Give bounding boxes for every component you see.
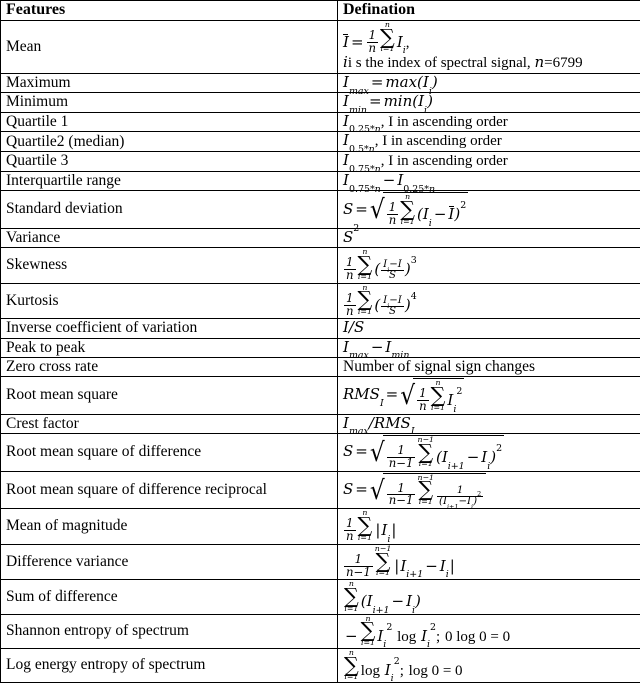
- table-row: Maximum Imax=max(Ii): [1, 74, 640, 93]
- mean-n-value: =6799: [544, 55, 582, 71]
- feature-definition: I0.75*n, I in ascending order: [338, 152, 640, 172]
- feature-definition: −n∑i=1Ii2 log Ii2; 0 log 0 = 0: [338, 614, 640, 648]
- feature-name: Interquartile range: [1, 171, 338, 190]
- feature-name: Quartile 3: [1, 152, 338, 172]
- quartile-1-tail: , I in ascending order: [381, 114, 508, 130]
- feature-definition: 1nn∑i=1|Ii|: [338, 509, 640, 545]
- feature-definition: Imax=max(Ii): [338, 74, 640, 93]
- table-row: Crest factor Imax/RMSI: [1, 414, 640, 433]
- table-row: Root mean square of difference reciproca…: [1, 471, 640, 509]
- feature-name: Crest factor: [1, 414, 338, 433]
- feature-definition: 1nn∑i=1(Ii−IS)4: [338, 283, 640, 319]
- feature-name: Mean: [1, 20, 338, 73]
- feature-definition: S2: [338, 228, 640, 247]
- table-row: Log energy entropy of spectrum n∑i=1log …: [1, 648, 640, 682]
- feature-name: Shannon entropy of spectrum: [1, 614, 338, 648]
- feature-name: Peak to peak: [1, 338, 338, 357]
- feature-definition: I=1nn∑i=1Ii, ii s the index of spectral …: [338, 20, 640, 73]
- formula-rms-of-difference: S=√1n−1n−1∑i=1(Ii+1−Ii)2: [343, 442, 504, 460]
- formula-skewness: 1nn∑i=1(Ii−IS)3: [343, 260, 417, 278]
- table-header: Features Defination: [1, 1, 640, 21]
- formula-crest-factor: Imax/RMSI: [343, 414, 415, 432]
- feature-definition: Number of signal sign changes: [338, 357, 640, 376]
- feature-name: Inverse coefficient of variation: [1, 319, 338, 338]
- feature-definition: n∑i=1(Ii+1−Ii): [338, 580, 640, 614]
- formula-difference-variance: 1n−1n−1∑i=1|Ii+1−Ii|: [343, 557, 456, 575]
- table-row: Peak to peak Imax−Imin: [1, 338, 640, 357]
- column-header-features: Features: [1, 1, 338, 21]
- feature-name: Log energy entropy of spectrum: [1, 648, 338, 682]
- feature-name: Root mean square: [1, 377, 338, 415]
- feature-definition: Imax−Imin: [338, 338, 640, 357]
- feature-definition: S=√1n−1n−1∑i=11(Ii+1−Ii)2: [338, 471, 640, 509]
- feature-name: Mean of magnitude: [1, 509, 338, 545]
- table-row: Mean of magnitude 1nn∑i=1|Ii|: [1, 509, 640, 545]
- features-definitions-table-container: Features Defination Mean I=1nn∑i=1Ii, ii…: [0, 0, 640, 596]
- feature-name: Root mean square of difference reciproca…: [1, 471, 338, 509]
- feature-name: Sum of difference: [1, 580, 338, 614]
- feature-name: Zero cross rate: [1, 357, 338, 376]
- formula-peak-to-peak: Imax−Imin: [343, 338, 409, 356]
- formula-mean: I=1nn∑i=1Ii,: [343, 22, 636, 55]
- table-row: Mean I=1nn∑i=1Ii, ii s the index of spec…: [1, 20, 640, 73]
- feature-definition: n∑i=1log Ii2; log 0 = 0: [338, 648, 640, 682]
- feature-definition: I0.25*n, I in ascending order: [338, 112, 640, 132]
- feature-name: Standard deviation: [1, 191, 338, 229]
- features-definitions-table: Features Defination Mean I=1nn∑i=1Ii, ii…: [0, 0, 640, 683]
- table-row: Root mean square of difference S=√1n−1n−…: [1, 433, 640, 471]
- feature-name: Skewness: [1, 248, 338, 284]
- formula-inverse-coefficient-of-variation: I/S: [343, 318, 364, 336]
- feature-name: Quartile 1: [1, 112, 338, 132]
- formula-mean-of-magnitude: 1nn∑i=1|Ii|: [343, 521, 397, 539]
- table-row: Root mean square RMSI=√1nn∑i=1Ii2: [1, 377, 640, 415]
- table-row: Kurtosis 1nn∑i=1(Ii−IS)4: [1, 283, 640, 319]
- table-row: Variance S2: [1, 228, 640, 247]
- feature-definition: RMSI=√1nn∑i=1Ii2: [338, 377, 640, 415]
- feature-definition: Imax/RMSI: [338, 414, 640, 433]
- table-row: Zero cross rate Number of signal sign ch…: [1, 357, 640, 376]
- table-row: Inverse coefficient of variation I/S: [1, 319, 640, 338]
- feature-name: Maximum: [1, 74, 338, 93]
- feature-definition: 1nn∑i=1(Ii−IS)3: [338, 248, 640, 284]
- formula-kurtosis: 1nn∑i=1(Ii−IS)4: [343, 296, 417, 314]
- formula-maximum: Imax=max(Ii): [343, 73, 438, 91]
- table-row: Difference variance 1n−1n−1∑i=1|Ii+1−Ii|: [1, 544, 640, 580]
- table-row: Shannon entropy of spectrum −n∑i=1Ii2 lo…: [1, 614, 640, 648]
- quartile-3-tail: , I in ascending order: [381, 153, 508, 169]
- table-row: Quartile2 (median) I0.5*n, I in ascendin…: [1, 132, 640, 152]
- formula-log-energy-entropy: n∑i=1log Ii2; log 0 = 0: [343, 661, 463, 679]
- table-row: Quartile 1 I0.25*n, I in ascending order: [1, 112, 640, 132]
- table-row: Quartile 3 I0.75*n, I in ascending order: [1, 152, 640, 172]
- table-row: Minimum Imin=min(Ii): [1, 93, 640, 112]
- feature-name: Root mean square of difference: [1, 433, 338, 471]
- feature-definition: S=√1n−1n−1∑i=1(Ii+1−Ii)2: [338, 433, 640, 471]
- table-row: Interquartile range I0.75*n−I0.25*n: [1, 171, 640, 190]
- feature-name: Difference variance: [1, 544, 338, 580]
- table-body: Mean I=1nn∑i=1Ii, ii s the index of spec…: [1, 20, 640, 682]
- formula-rms-of-difference-reciprocal: S=√1n−1n−1∑i=11(Ii+1−Ii)2: [343, 480, 486, 498]
- table-row: Skewness 1nn∑i=1(Ii−IS)3: [1, 248, 640, 284]
- formula-standard-deviation: S=√1nn∑i=1(Ii−I)2: [343, 200, 468, 218]
- feature-definition: 1n−1n−1∑i=1|Ii+1−Ii|: [338, 544, 640, 580]
- feature-definition: Imin=min(Ii): [338, 93, 640, 112]
- table-row: Standard deviation S=√1nn∑i=1(Ii−I)2: [1, 191, 640, 229]
- column-header-definition: Defination: [338, 1, 640, 21]
- mean-note-text: i s the index of spectral signal,: [348, 55, 535, 71]
- table-header-row: Features Defination: [1, 1, 640, 21]
- formula-mean-note: ii s the index of spectral signal, n=679…: [343, 55, 636, 72]
- feature-definition: I/S: [338, 319, 640, 338]
- formula-variance: S2: [343, 228, 359, 246]
- quartile-2-tail: , I in ascending order: [375, 133, 502, 149]
- feature-name: Quartile2 (median): [1, 132, 338, 152]
- feature-name: Kurtosis: [1, 283, 338, 319]
- formula-root-mean-square: RMSI=√1nn∑i=1Ii2: [343, 385, 464, 403]
- feature-name: Minimum: [1, 93, 338, 112]
- table-row: Sum of difference n∑i=1(Ii+1−Ii): [1, 580, 640, 614]
- feature-definition: S=√1nn∑i=1(Ii−I)2: [338, 191, 640, 229]
- formula-sum-of-difference: n∑i=1(Ii+1−Ii): [343, 592, 421, 610]
- formula-shannon-entropy: −n∑i=1Ii2 log Ii2; 0 log 0 = 0: [343, 627, 510, 645]
- feature-definition: I0.75*n−I0.25*n: [338, 171, 640, 190]
- feature-definition: I0.5*n, I in ascending order: [338, 132, 640, 152]
- feature-name: Variance: [1, 228, 338, 247]
